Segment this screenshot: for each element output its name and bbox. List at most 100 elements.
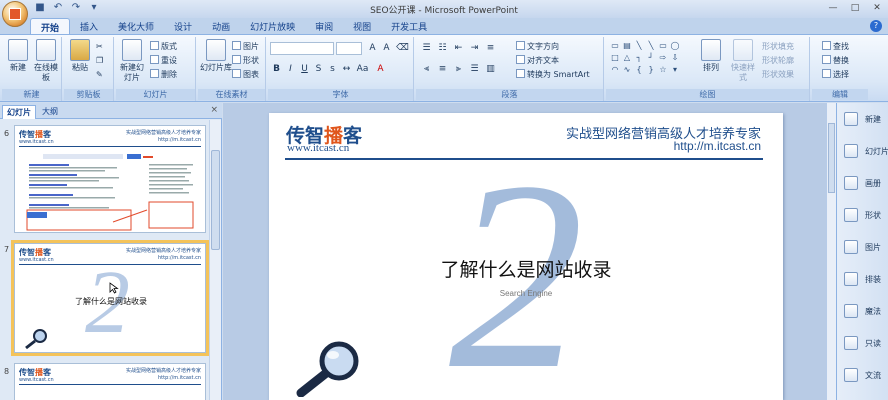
arrow-shape-icon[interactable]: ⇨ [658, 53, 668, 62]
align-right-icon[interactable]: ⫸ [452, 63, 465, 76]
font-name-combo[interactable] [270, 42, 334, 55]
align-center-icon[interactable]: ≡ [436, 63, 449, 76]
new-button[interactable]: 新建 [4, 39, 32, 73]
reset-button[interactable]: 重设 [150, 55, 177, 66]
justify-icon[interactable]: ☰ [468, 63, 481, 76]
arrange-button[interactable]: 排列 [696, 39, 726, 73]
shrink-font-icon[interactable]: A [380, 42, 393, 55]
sidebar-item-album[interactable]: 画册 [841, 173, 888, 195]
slide-thumbnail-7[interactable]: 传智播客 www.itcast.cn 实战型网络营销高级人才培养专家 http:/… [11, 240, 209, 356]
bold-icon[interactable]: B [270, 63, 283, 76]
quick-styles-button[interactable]: 快速样式 [728, 39, 758, 83]
copy-icon[interactable]: ❐ [96, 55, 103, 66]
rect2-shape-icon[interactable]: ▭ [658, 41, 668, 50]
close-pane-icon[interactable]: × [210, 105, 218, 115]
select-button[interactable]: 选择 [822, 69, 849, 80]
decrease-indent-icon[interactable]: ⇤ [452, 42, 465, 55]
sidebar-item-communicate[interactable]: 文流 [841, 365, 888, 387]
close-icon[interactable]: ✕ [870, 2, 884, 14]
underline-icon[interactable]: U [298, 63, 311, 76]
pane-scrollbar[interactable] [209, 120, 221, 400]
line-spacing-icon[interactable]: ≡ [484, 42, 497, 55]
bullets-icon[interactable]: ☰ [420, 42, 433, 55]
font-size-combo[interactable] [336, 42, 362, 55]
cut-icon[interactable]: ✂ [96, 41, 103, 52]
shape-button[interactable]: 形状 [232, 55, 259, 66]
oval-shape-icon[interactable]: ◯ [670, 41, 680, 50]
sidebar-item-image[interactable]: 图片 [841, 237, 888, 259]
tab-animation[interactable]: 动画 [202, 18, 240, 34]
tab-insert[interactable]: 插入 [70, 18, 108, 34]
format-painter-icon[interactable]: ✎ [96, 69, 103, 80]
tab-design[interactable]: 设计 [164, 18, 202, 34]
star-shape-icon[interactable]: ☆ [658, 65, 668, 74]
slide-title[interactable]: 了解什么是网站收录 [269, 255, 783, 282]
triangle-shape-icon[interactable]: △ [622, 53, 632, 62]
replace-button[interactable]: 替换 [822, 55, 849, 66]
office-button[interactable] [2, 1, 28, 27]
sidebar-item-decoration[interactable]: 排装 [841, 269, 888, 291]
align-text-button[interactable]: 对齐文本 [516, 55, 559, 66]
pane-scroll-thumb[interactable] [211, 150, 220, 250]
tab-slides-pane[interactable]: 幻灯片 [2, 105, 36, 119]
shape-effects-button[interactable]: 形状效果 [762, 69, 794, 80]
char-spacing-icon[interactable]: ↔ [340, 63, 353, 76]
tab-developer[interactable]: 开发工具 [381, 18, 437, 34]
elbow-shape-icon[interactable]: ┐ [634, 53, 644, 62]
layout-button[interactable]: 版式 [150, 41, 177, 52]
curve-shape-icon[interactable]: ∿ [622, 65, 632, 74]
slide-subtitle[interactable]: Search Engine [269, 289, 783, 298]
increase-indent-icon[interactable]: ⇥ [468, 42, 481, 55]
text-direction-button[interactable]: 文字方向 [516, 41, 559, 52]
textbox-shape-icon[interactable]: ▤ [622, 41, 632, 50]
slide-thumbnail-6[interactable]: 传智播客 www.itcast.cn 实战型网络营销高级人才培养专家 http:/… [14, 125, 206, 233]
rectangle-shape-icon[interactable]: ▭ [610, 41, 620, 50]
shape-outline-button[interactable]: 形状轮廓 [762, 55, 794, 66]
more-shapes-icon[interactable]: ▾ [670, 65, 680, 74]
slide-library-button[interactable]: 幻灯片库 [200, 39, 232, 73]
clear-format-icon[interactable]: ⌫ [396, 42, 409, 55]
online-template-button[interactable]: 在线模板 [32, 39, 60, 83]
find-button[interactable]: 查找 [822, 41, 849, 52]
bracket-shape-icon[interactable]: { [634, 65, 644, 74]
align-left-icon[interactable]: ⫷ [420, 63, 433, 76]
new-slide-button[interactable]: 新建幻灯片 [118, 39, 146, 83]
tab-review[interactable]: 审阅 [305, 18, 343, 34]
font-color-icon[interactable]: A [374, 63, 387, 76]
bracket2-shape-icon[interactable]: } [646, 65, 656, 74]
paste-button[interactable]: 粘贴 [66, 39, 94, 73]
chart-button[interactable]: 图表 [232, 69, 259, 80]
convert-smartart-button[interactable]: 转换为 SmartArt [516, 69, 590, 80]
down-arrow-shape-icon[interactable]: ⇩ [670, 53, 680, 62]
shadow-icon[interactable]: s [326, 63, 339, 76]
sidebar-item-shape[interactable]: 形状 [841, 205, 888, 227]
minimize-icon[interactable]: — [826, 2, 840, 14]
line2-shape-icon[interactable]: ╲ [646, 41, 656, 50]
current-slide[interactable]: 2 传智播客 www.itcast.cn 实战型网络营销高级人才培养专家 htt… [269, 113, 783, 400]
tab-slideshow[interactable]: 幻灯片放映 [240, 18, 305, 34]
tab-view[interactable]: 视图 [343, 18, 381, 34]
change-case-icon[interactable]: Aa [356, 63, 369, 76]
square-shape-icon[interactable]: □ [610, 53, 620, 62]
tab-beautify[interactable]: 美化大师 [108, 18, 164, 34]
maximize-icon[interactable]: □ [848, 2, 862, 14]
tab-outline-pane[interactable]: 大纲 [38, 105, 62, 119]
slide-scroll-thumb[interactable] [828, 123, 835, 193]
numbering-icon[interactable]: ☷ [436, 42, 449, 55]
slide-scrollbar[interactable] [826, 103, 836, 400]
tab-home[interactable]: 开始 [30, 18, 71, 34]
help-icon[interactable]: ? [870, 20, 882, 32]
columns-icon[interactable]: ▥ [484, 63, 497, 76]
slide-thumbnail-8[interactable]: 传智播客 www.itcast.cn 实战型网络营销高级人才培养专家 http:/… [14, 363, 206, 400]
image-button[interactable]: 图片 [232, 41, 259, 52]
grow-font-icon[interactable]: A [366, 42, 379, 55]
sidebar-item-slide[interactable]: 幻灯片 [841, 141, 888, 163]
sidebar-item-new[interactable]: 新建 [841, 109, 888, 131]
elbow2-shape-icon[interactable]: ┘ [646, 53, 656, 62]
line-shape-icon[interactable]: ╲ [634, 41, 644, 50]
italic-icon[interactable]: I [284, 63, 297, 76]
shape-fill-button[interactable]: 形状填充 [762, 41, 794, 52]
delete-button[interactable]: 删除 [150, 69, 177, 80]
strikethrough-icon[interactable]: S [312, 63, 325, 76]
sidebar-item-magic[interactable]: 魔法 [841, 301, 888, 323]
